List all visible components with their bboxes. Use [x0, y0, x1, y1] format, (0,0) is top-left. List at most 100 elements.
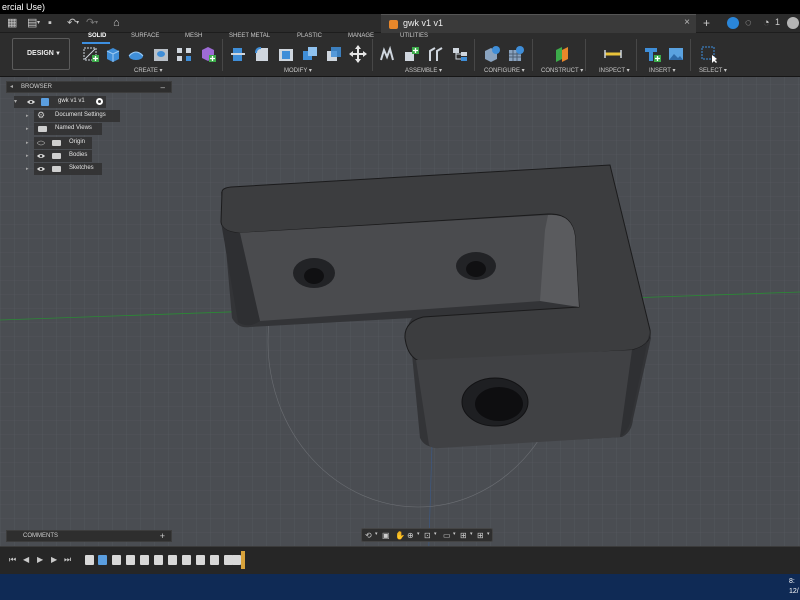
- eye-icon[interactable]: [37, 152, 45, 160]
- extrude-icon[interactable]: [104, 45, 122, 63]
- grid-settings-icon[interactable]: ⊞: [460, 531, 467, 540]
- configuration-table-icon[interactable]: [507, 45, 525, 63]
- timeline-feature-icon[interactable]: [168, 555, 177, 565]
- scale-icon[interactable]: [325, 45, 343, 63]
- orbit-chevron-icon[interactable]: ▾: [375, 531, 378, 537]
- tab-surface[interactable]: SURFACE: [131, 33, 159, 39]
- play-icon[interactable]: ▶: [37, 555, 43, 564]
- move-copy-icon[interactable]: [349, 45, 367, 63]
- model-canvas[interactable]: [0, 77, 800, 573]
- timeline-feature-icon[interactable]: [126, 555, 135, 565]
- expand-arrow-icon[interactable]: ▾: [14, 98, 17, 105]
- expand-arrow-icon[interactable]: ▸: [26, 126, 29, 132]
- fillet-icon[interactable]: [253, 45, 271, 63]
- fit-icon[interactable]: ⊡: [424, 531, 431, 540]
- eye-hidden-icon[interactable]: [37, 139, 45, 147]
- as-built-joint-icon[interactable]: [427, 45, 445, 63]
- zoom-icon[interactable]: ⊕: [407, 531, 414, 540]
- expand-arrow-icon[interactable]: ▸: [26, 113, 29, 119]
- browser-item-origin[interactable]: Origin: [34, 137, 92, 149]
- browser-item-bodies[interactable]: Bodies: [34, 150, 92, 162]
- timeline-feature-icon[interactable]: [232, 555, 241, 565]
- undo-icon[interactable]: ↶: [67, 17, 76, 30]
- eye-icon[interactable]: [37, 165, 45, 173]
- create-sketch-icon[interactable]: [82, 45, 100, 63]
- insert-derive-icon[interactable]: [643, 45, 661, 63]
- expand-arrow-icon[interactable]: ▸: [26, 166, 29, 172]
- document-tab[interactable]: gwk v1 v1 ×: [381, 14, 696, 33]
- help-icon[interactable]: ◔: [763, 17, 770, 30]
- taskbar-clock[interactable]: 8: 12/: [789, 577, 799, 597]
- look-at-icon[interactable]: ▣: [382, 531, 390, 540]
- timeline-sketch-icon[interactable]: [85, 555, 94, 565]
- group-select[interactable]: SELECT ▾: [699, 67, 727, 74]
- revolve-icon[interactable]: [127, 45, 145, 63]
- redo-chevron-icon[interactable]: ▾: [95, 17, 98, 30]
- group-insert[interactable]: INSERT ▾: [649, 67, 675, 74]
- display-chevron-icon[interactable]: ▾: [453, 531, 456, 537]
- job-status-icon[interactable]: ◌: [745, 17, 752, 30]
- undo-chevron-icon[interactable]: ▾: [76, 17, 79, 30]
- select-icon[interactable]: [700, 45, 718, 63]
- go-to-start-icon[interactable]: ⏮: [9, 555, 16, 565]
- create-form-icon[interactable]: [199, 45, 217, 63]
- group-construct[interactable]: CONSTRUCT ▾: [541, 67, 583, 74]
- avatar[interactable]: [787, 17, 799, 29]
- new-component-icon[interactable]: [379, 45, 397, 63]
- timeline-feature-icon[interactable]: [140, 555, 149, 565]
- tab-utilities[interactable]: UTILITIES: [400, 33, 428, 39]
- timeline-feature-icon[interactable]: [182, 555, 191, 565]
- notification-count[interactable]: 1: [775, 17, 780, 27]
- pattern-icon[interactable]: [175, 45, 193, 63]
- grid-chevron-icon[interactable]: ▾: [470, 531, 473, 537]
- offset-plane-icon[interactable]: [553, 45, 571, 63]
- hole-icon[interactable]: [152, 45, 170, 63]
- activate-radio-icon[interactable]: [96, 98, 103, 105]
- group-configure[interactable]: CONFIGURE ▾: [484, 67, 525, 74]
- add-comment-icon[interactable]: +: [160, 531, 165, 541]
- group-inspect[interactable]: INSPECT ▾: [599, 67, 630, 74]
- measure-icon[interactable]: [604, 45, 622, 63]
- timeline-feature-icon[interactable]: [112, 555, 121, 565]
- browser-item-document-settings[interactable]: ⚙ Document Settings: [34, 110, 120, 122]
- browser-panel-header[interactable]: ◂ BROWSER –: [6, 81, 172, 93]
- browser-item-named-views[interactable]: Named Views: [34, 123, 102, 135]
- redo-icon[interactable]: ↷: [86, 17, 95, 30]
- file-menu-chevron-icon[interactable]: ▾: [37, 17, 40, 30]
- group-create[interactable]: CREATE ▾: [134, 67, 163, 74]
- save-icon[interactable]: ▪: [48, 17, 52, 30]
- step-forward-icon[interactable]: ▶: [51, 555, 57, 564]
- new-tab-plus-icon[interactable]: +: [703, 17, 710, 30]
- eye-icon[interactable]: [27, 98, 35, 106]
- collapse-arrow-icon[interactable]: ◂: [10, 83, 13, 90]
- zoom-chevron-icon[interactable]: ▾: [417, 531, 420, 537]
- tab-mesh[interactable]: MESH: [185, 33, 202, 39]
- go-to-end-icon[interactable]: ⏭: [64, 555, 71, 565]
- tab-solid[interactable]: SOLID: [88, 33, 106, 39]
- orbit-icon[interactable]: ⟲: [365, 531, 372, 540]
- browser-root-item[interactable]: ▾ gwk v1 v1: [14, 96, 106, 108]
- joint-icon[interactable]: [403, 45, 421, 63]
- display-settings-icon[interactable]: ▭: [443, 531, 451, 540]
- fit-chevron-icon[interactable]: ▾: [434, 531, 437, 537]
- timeline-feature-icon[interactable]: [154, 555, 163, 565]
- timeline-feature-icon[interactable]: [210, 555, 219, 565]
- step-back-icon[interactable]: ◀: [23, 555, 29, 564]
- configure-icon[interactable]: [483, 45, 501, 63]
- viewports-icon[interactable]: ⊞: [477, 531, 484, 540]
- expand-arrow-icon[interactable]: ▸: [26, 153, 29, 159]
- group-modify[interactable]: MODIFY ▾: [284, 67, 312, 74]
- close-icon[interactable]: ×: [684, 17, 690, 28]
- group-assemble[interactable]: ASSEMBLE ▾: [405, 67, 442, 74]
- browser-item-sketches[interactable]: Sketches: [34, 163, 102, 175]
- home-icon[interactable]: ⌂: [113, 17, 120, 30]
- tab-sheet-metal[interactable]: SHEET METAL: [229, 33, 270, 39]
- pan-icon[interactable]: ✋: [395, 531, 405, 540]
- viewports-chevron-icon[interactable]: ▾: [487, 531, 490, 537]
- timeline-marker[interactable]: [241, 551, 245, 569]
- tab-plastic[interactable]: PLASTIC: [297, 33, 322, 39]
- press-pull-icon[interactable]: [229, 45, 247, 63]
- workspace-switcher-button[interactable]: DESIGN ▼: [12, 38, 70, 70]
- expand-arrow-icon[interactable]: ▸: [26, 140, 29, 146]
- file-menu-icon[interactable]: ▤: [27, 17, 37, 30]
